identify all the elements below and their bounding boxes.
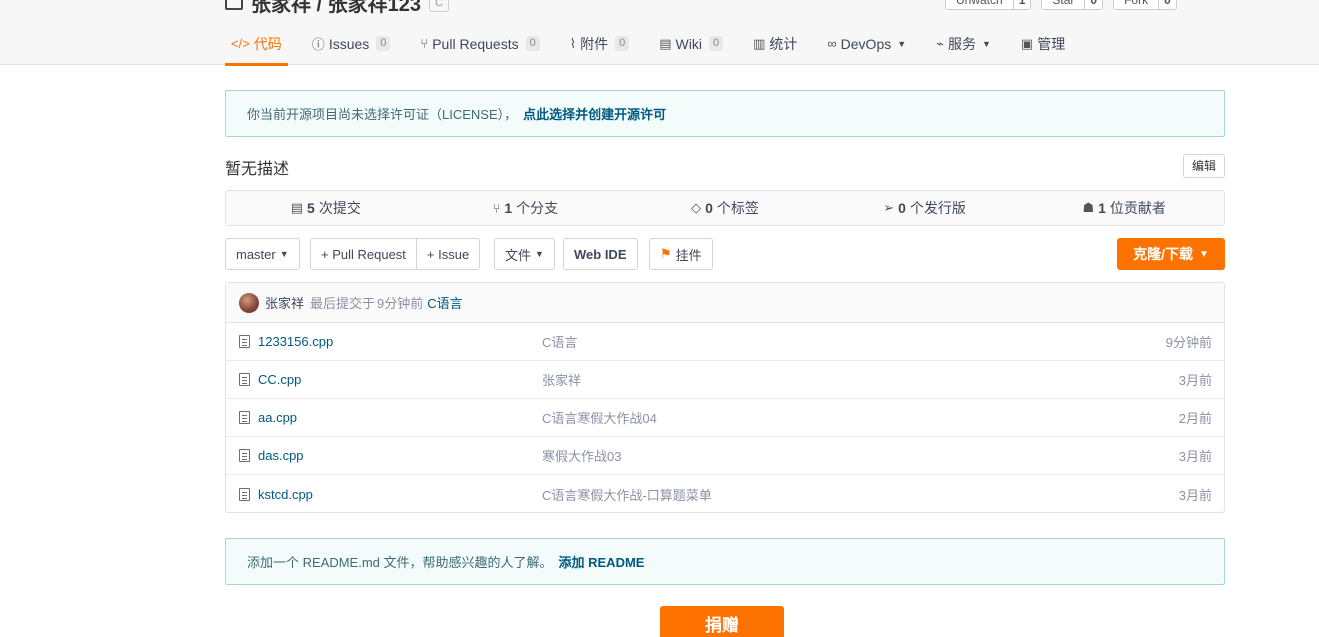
tag-icon: ◇ [691, 200, 702, 215]
commit-author[interactable]: 张家祥 [265, 293, 304, 312]
issues-count-badge: 0 [376, 36, 391, 51]
widget-button[interactable]: ⚑ 挂件 [649, 238, 713, 270]
stat-contributors[interactable]: ☗ 1 位贡献者 [1024, 191, 1224, 225]
tab-stats[interactable]: ▥ 统计 [747, 22, 803, 65]
clone-download-button[interactable]: 克隆/下载 ▼ [1117, 238, 1225, 270]
file-name-link[interactable]: kstcd.cpp [258, 487, 313, 502]
book-icon: ▤ [659, 35, 672, 51]
file-icon [239, 335, 250, 348]
file-commit-message[interactable]: C语言 [542, 332, 577, 351]
file-icon [239, 411, 250, 424]
paperclip-icon: ⌇ [569, 35, 577, 51]
repo-header: 张家祥 / 张家祥123 C Unwatch 1 Star 0 Fork 0 <… [0, 0, 1319, 66]
language-badge: C [429, 0, 449, 12]
file-commit-time: 3月前 [1178, 449, 1212, 464]
settings-doc-icon: ▣ [1020, 35, 1034, 51]
avatar[interactable] [239, 292, 259, 313]
caret-down-icon: ▼ [1198, 248, 1209, 260]
file-menu-button[interactable]: 文件 ▼ [494, 238, 555, 270]
pull-requests-count-badge: 0 [525, 36, 540, 51]
file-commit-message[interactable]: C语言寒假大作战-口算题菜单 [542, 485, 712, 504]
license-notice: 你当前开源项目尚未选择许可证（LICENSE）， 点此选择并创建开源许可 [225, 90, 1225, 137]
tab-code[interactable]: </> 代码 [225, 22, 288, 66]
file-icon [239, 487, 250, 501]
file-icon [239, 373, 250, 386]
stat-tags[interactable]: ◇ 0 个标签 [625, 191, 825, 225]
tab-attachments[interactable]: ⌇ 附件 0 [564, 22, 635, 65]
fork-button[interactable]: Fork 0 [1113, 0, 1177, 10]
create-license-link[interactable]: 点此选择并创建开源许可 [523, 104, 666, 123]
file-icon [239, 449, 250, 462]
pull-request-icon: ⑂ [420, 36, 429, 51]
tab-manage[interactable]: ▣ 管理 [1015, 22, 1071, 65]
file-row: CC.cpp 张家祥 3月前 [226, 361, 1224, 399]
caret-down-icon: ▼ [897, 38, 907, 49]
file-row: kstcd.cpp C语言寒假大作战-口算题菜单 3月前 [226, 475, 1224, 513]
wiki-count-badge: 0 [708, 36, 724, 51]
tab-issues[interactable]: ⓘ Issues 0 [306, 22, 397, 65]
stat-branches[interactable]: ⑂ 1 个分支 [426, 191, 626, 225]
file-commit-time: 3月前 [1178, 487, 1212, 503]
tab-devops[interactable]: ∞ DevOps ▼ [821, 22, 912, 65]
repo-icon [225, 0, 243, 10]
tab-pull-requests[interactable]: ⑂ Pull Requests 0 [414, 22, 545, 65]
file-row: das.cpp 寒假大作战03 3月前 [226, 437, 1224, 475]
file-commit-time: 2月前 [1178, 411, 1212, 426]
file-commit-message[interactable]: 寒假大作战03 [542, 446, 621, 465]
commit-time: 9分钟前 [377, 296, 424, 311]
file-commit-time: 3月前 [1178, 373, 1212, 388]
repo-toolbar: master ▼ + Pull Request + Issue 文件 ▼ Web… [225, 238, 1225, 270]
commit-message-link[interactable]: C语言 [427, 293, 462, 312]
branch-select[interactable]: master ▼ [225, 238, 300, 270]
attachments-count-badge: 0 [615, 36, 630, 51]
web-ide-button[interactable]: Web IDE [563, 238, 638, 270]
caret-down-icon: ▼ [535, 249, 544, 259]
commit-doc-icon: ▤ [290, 200, 304, 215]
last-commit-bar: 张家祥 最后提交于 9分钟前 C语言 [226, 283, 1224, 323]
edit-description-button[interactable]: 编辑 [1183, 154, 1225, 178]
file-name-link[interactable]: aa.cpp [258, 410, 297, 425]
file-name-link[interactable]: das.cpp [258, 448, 304, 463]
pulse-icon: ⌁ [936, 35, 944, 51]
repo-name-link[interactable]: 张家祥 / 张家祥123 [251, 0, 421, 17]
file-list: 张家祥 最后提交于 9分钟前 C语言 1233156.cpp C语言 9分钟前 … [225, 282, 1225, 513]
file-row: 1233156.cpp C语言 9分钟前 [226, 323, 1224, 361]
branch-icon: ⑂ [492, 200, 501, 216]
add-readme-link[interactable]: 添加 README [559, 552, 645, 571]
repo-title: 张家祥 / 张家祥123 C [225, 0, 449, 17]
donate-button[interactable]: 捐赠 [660, 606, 784, 637]
repo-stats-bar: ▤ 5 次提交 ⑂ 1 个分支 ◇ 0 个标签 ➢ 0 个发行版 ☗ 1 位贡献… [225, 190, 1225, 226]
stat-commits[interactable]: ▤ 5 次提交 [226, 191, 426, 225]
repo-description: 暂无描述 [225, 161, 290, 178]
tab-wiki[interactable]: ▤ Wiki 0 [653, 22, 729, 65]
stat-releases[interactable]: ➢ 0 个发行版 [825, 191, 1025, 225]
new-pull-request-button[interactable]: + Pull Request [310, 238, 417, 270]
repo-actions: Unwatch 1 Star 0 Fork 0 [945, 0, 1177, 10]
new-issue-button[interactable]: + Issue [416, 238, 481, 270]
issue-icon: ⓘ [311, 37, 325, 52]
file-name-link[interactable]: 1233156.cpp [258, 334, 333, 349]
readme-notice: 添加一个 README.md 文件，帮助感兴趣的人了解。 添加 README [225, 538, 1225, 585]
file-commit-time: 9分钟前 [1165, 335, 1212, 350]
file-row: aa.cpp C语言寒假大作战04 2月前 [226, 399, 1224, 437]
bookmark-icon: ⚑ [660, 246, 672, 261]
tab-services[interactable]: ⌁ 服务 ▼ [930, 22, 997, 65]
unwatch-button[interactable]: Unwatch 1 [945, 0, 1032, 10]
code-icon: </> [231, 36, 250, 51]
caret-down-icon: ▼ [981, 38, 991, 49]
contributors-icon: ☗ [1082, 200, 1095, 215]
create-group: + Pull Request + Issue [310, 238, 481, 270]
repo-nav: </> 代码 ⓘ Issues 0 ⑂ Pull Requests 0 ⌇ 附件… [225, 22, 1089, 66]
file-commit-message[interactable]: C语言寒假大作战04 [542, 408, 657, 427]
caret-down-icon: ▼ [279, 249, 289, 259]
bar-chart-icon: ▥ [753, 35, 766, 51]
infinity-icon: ∞ [827, 36, 837, 51]
star-button[interactable]: Star 0 [1041, 0, 1104, 10]
file-name-link[interactable]: CC.cpp [258, 372, 301, 387]
file-commit-message[interactable]: 张家祥 [542, 370, 581, 389]
commit-prefix: 最后提交于 [310, 296, 376, 311]
send-icon: ➢ [883, 200, 895, 215]
